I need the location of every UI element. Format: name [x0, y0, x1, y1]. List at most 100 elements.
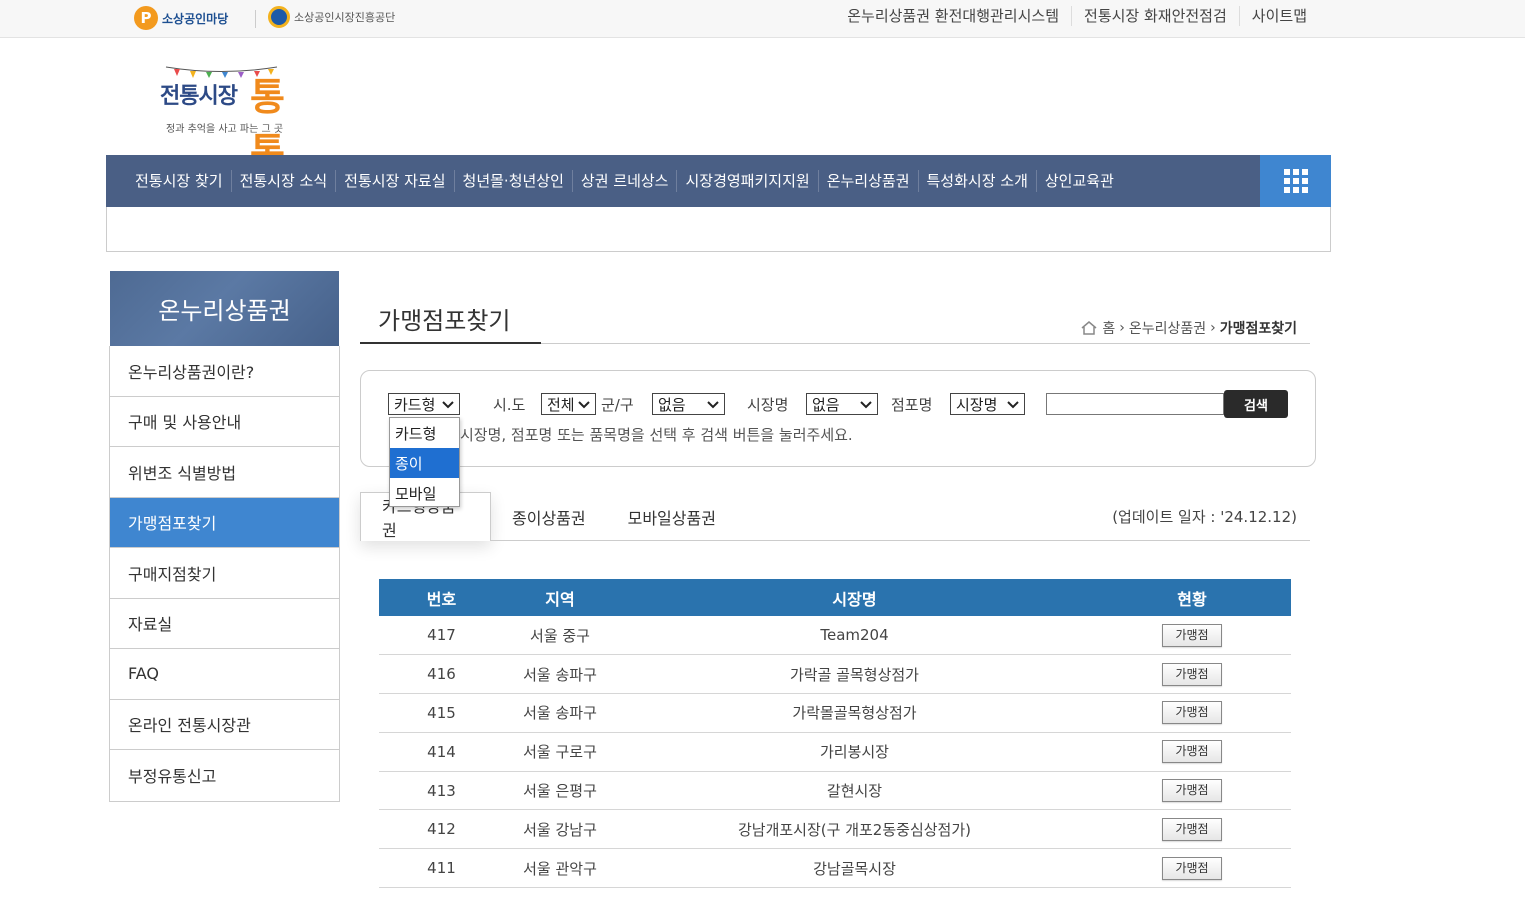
chevron-down-icon [1007, 401, 1019, 409]
lnb-item-find-store[interactable]: 가맹점포찾기 [110, 497, 339, 548]
store-label: 점포명 [891, 396, 933, 414]
site-logo[interactable]: 전통시장 통통 정과 추억을 사고 파는 그 곳 [160, 64, 310, 174]
lnb-item-purchase-guide[interactable]: 구매 및 사용안내 [110, 397, 339, 447]
row-market: 가락골 골목형상점가 [616, 654, 1093, 695]
table-row: 411 서울 관악구 강남골목시장 가맹점 [379, 848, 1291, 889]
logo-divider [255, 10, 256, 28]
chevron-down-icon [442, 401, 454, 409]
tab-mobile-voucher[interactable]: 모바일상품권 [607, 492, 737, 541]
row-number: 415 [379, 693, 504, 733]
store-list-button[interactable]: 가맹점 [1162, 740, 1222, 764]
lnb-item-counterfeit[interactable]: 위변조 식별방법 [110, 447, 339, 498]
logo-b-label: 소상공인시장진흥공단 [294, 11, 396, 24]
store-list-button[interactable]: 가맹점 [1162, 779, 1222, 803]
lnb-item-archive[interactable]: 자료실 [110, 599, 339, 649]
gnb-item-youth-mall[interactable]: 청년몰·청년상인 [453, 170, 572, 192]
tab-paper-voucher[interactable]: 종이상품권 [491, 492, 607, 541]
util-link-fire-safety[interactable]: 전통시장 화재안전점검 [1071, 6, 1239, 26]
table-row: 412 서울 강남구 강남개포시장(구 개포2동중심상점가) 가맹점 [379, 809, 1291, 850]
store-list-button[interactable]: 가맹점 [1162, 623, 1222, 647]
row-number: 416 [379, 654, 504, 695]
page-title: 가맹점포찾기 [360, 301, 541, 344]
breadcrumb: 홈 › 온누리상품권 › 가맹점포찾기 [1080, 318, 1297, 338]
lnb-item-online-market[interactable]: 온라인 전통시장관 [110, 700, 339, 750]
row-number: 414 [379, 732, 504, 772]
market-label: 시장명 [747, 396, 789, 414]
gugun-select[interactable]: 없음 [652, 393, 725, 415]
row-region: 서울 관악구 [504, 848, 616, 889]
lnb-item-faq[interactable]: FAQ [110, 649, 339, 700]
table-row: 415 서울 송파구 가락몰골목형상점가 가맹점 [379, 693, 1291, 733]
semas-emblem-icon [268, 6, 290, 28]
main-navigation: 전통시장 찾기 전통시장 소식 전통시장 자료실 청년몰·청년상인 상권 르네상… [106, 155, 1331, 207]
row-market: 가락몰골목형상점가 [616, 693, 1093, 733]
sido-select[interactable]: 전체 [541, 393, 596, 415]
update-date: (업데이트 일자 : '24.12.12) [1112, 508, 1297, 526]
row-region: 서울 송파구 [504, 693, 616, 733]
gnb-item-merchant-edu[interactable]: 상인교육관 [1035, 170, 1122, 192]
col-region: 지역 [545, 589, 575, 609]
gnb-item-find-market[interactable]: 전통시장 찾기 [127, 170, 231, 192]
voucher-type-select[interactable]: 카드형 [388, 393, 460, 415]
store-field-value: 시장명 [956, 395, 998, 414]
row-market: 강남골목시장 [616, 848, 1093, 889]
row-region: 서울 송파구 [504, 654, 616, 695]
breadcrumb-current: 가맹점포찾기 [1219, 321, 1297, 337]
lnb-item-about[interactable]: 온누리상품권이란? [110, 346, 339, 397]
col-number: 번호 [426, 589, 457, 609]
brand-tagline: 정과 추억을 사고 파는 그 곳 [166, 124, 284, 135]
util-link-exchange-system[interactable]: 온누리상품권 환전대행관리시스템 [835, 6, 1071, 26]
semas-logo[interactable]: 소상공인시장진흥공단 [268, 6, 395, 28]
gugun-label: 군/구 [601, 396, 634, 414]
breadcrumb-onnuri[interactable]: 온누리상품권 [1129, 318, 1206, 338]
option-card[interactable]: 카드형 [390, 418, 459, 448]
gnb-item-market-archive[interactable]: 전통시장 자료실 [335, 170, 453, 192]
gnb-item-renaissance[interactable]: 상권 르네상스 [571, 170, 677, 192]
col-status: 현황 [1177, 589, 1207, 609]
gnb-item-onnuri[interactable]: 온누리상품권 [817, 170, 918, 192]
breadcrumb-home[interactable]: 홈 [1102, 318, 1115, 338]
row-market: 가리봉시장 [616, 732, 1093, 772]
home-icon[interactable] [1080, 320, 1098, 336]
voucher-type-dropdown: 카드형 종이 모바일 [389, 417, 460, 507]
lnb-title: 온누리상품권 [110, 271, 339, 346]
gnb-item-package-support[interactable]: 시장경영패키지지원 [676, 170, 817, 192]
gugun-value: 없음 [658, 395, 686, 414]
row-region: 서울 강남구 [504, 809, 616, 850]
chevron-down-icon [707, 401, 719, 409]
gnb-item-market-news[interactable]: 전통시장 소식 [230, 170, 336, 192]
row-number: 413 [379, 771, 504, 811]
util-link-sitemap[interactable]: 사이트맵 [1238, 6, 1319, 26]
option-paper[interactable]: 종이 [390, 448, 459, 478]
gnb-item-special-market[interactable]: 특성화시장 소개 [917, 170, 1036, 192]
search-hint: 시장명, 점포명 또는 품목명을 선택 후 검색 버튼을 눌러주세요. [460, 426, 853, 444]
utility-links: 온누리상품권 환전대행관리시스템 전통시장 화재안전점검 사이트맵 [835, 6, 1319, 26]
store-list-button[interactable]: 가맹점 [1162, 701, 1222, 725]
chevron-right-icon: › [1210, 320, 1216, 336]
lnb-item-report[interactable]: 부정유통신고 [110, 750, 339, 801]
table-row: 417 서울 중구 Team204 가맹점 [379, 616, 1291, 656]
store-list-button[interactable]: 가맹점 [1162, 662, 1222, 686]
store-field-select[interactable]: 시장명 [950, 393, 1025, 415]
row-market: 갈현시장 [616, 771, 1093, 811]
store-table: 번호 지역 시장명 현황 417 서울 중구 Team204 가맹점 416 서… [379, 579, 1291, 889]
table-row: 416 서울 송파구 가락골 골목형상점가 가맹점 [379, 654, 1291, 695]
store-list-button[interactable]: 가맹점 [1162, 817, 1222, 841]
all-menu-button[interactable] [1260, 155, 1331, 207]
row-number: 412 [379, 809, 504, 850]
store-list-button[interactable]: 가맹점 [1162, 856, 1222, 880]
chevron-right-icon: › [1119, 320, 1125, 336]
sbiz-madang-logo[interactable]: P 소상공인마당 [134, 6, 228, 30]
sub-nav-bar [106, 207, 1331, 252]
col-market-name: 시장명 [832, 589, 877, 609]
table-row: 414 서울 구로구 가리봉시장 가맹점 [379, 732, 1291, 772]
search-button[interactable]: 검색 [1224, 390, 1288, 418]
chevron-down-icon [578, 401, 590, 409]
option-mobile[interactable]: 모바일 [390, 478, 459, 508]
row-region: 서울 구로구 [504, 732, 616, 772]
chevron-down-icon [860, 401, 872, 409]
keyword-input[interactable] [1046, 393, 1224, 415]
lnb-item-find-branch[interactable]: 구매지점찾기 [110, 548, 339, 599]
market-select[interactable]: 없음 [806, 393, 878, 415]
brand-name: 전통시장 [160, 84, 238, 109]
